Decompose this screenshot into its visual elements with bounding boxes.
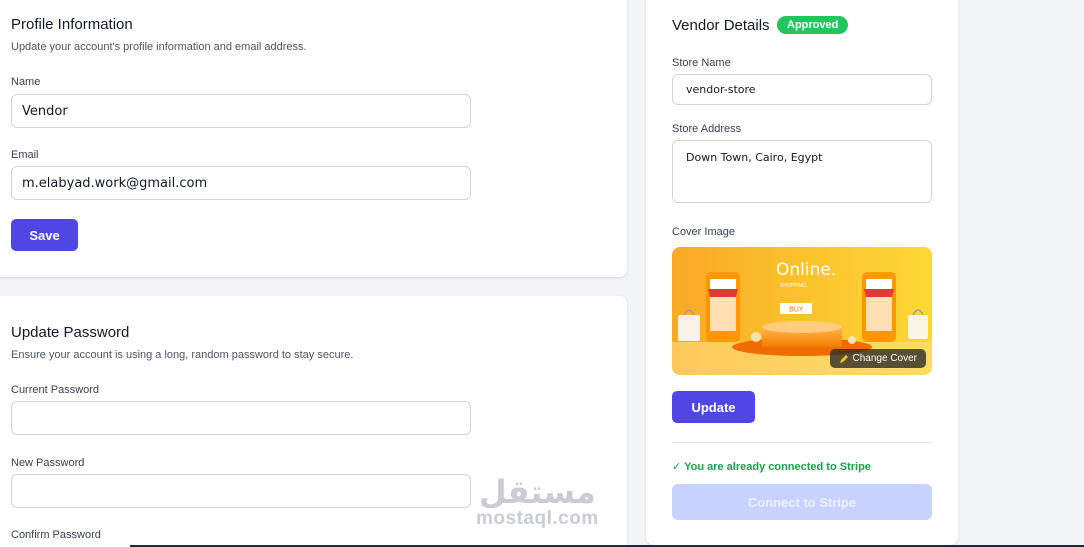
name-input[interactable]: Vendor xyxy=(11,94,471,128)
store-address-textarea[interactable]: Down Town, Cairo, Egypt xyxy=(672,140,932,203)
watermark: مستقل mostaql.com xyxy=(476,476,599,530)
status-badge: Approved xyxy=(777,16,849,34)
watermark-arabic: مستقل xyxy=(478,474,596,510)
store-address-label: Store Address xyxy=(672,123,742,135)
stripe-connected-message: ✓ You are already connected to Stripe xyxy=(672,461,871,473)
store-name-input[interactable]: vendor-store xyxy=(672,74,932,105)
current-password-label: Current Password xyxy=(11,384,100,396)
vendor-title: Vendor Details xyxy=(672,17,770,34)
confirm-password-label: Confirm Password xyxy=(11,529,101,541)
pencil-icon xyxy=(839,354,848,363)
update-button[interactable]: Update xyxy=(672,391,755,423)
connect-stripe-button[interactable]: Connect to Stripe xyxy=(672,484,932,520)
email-label: Email xyxy=(11,149,39,161)
cover-buy-text: BUY xyxy=(789,306,804,314)
change-cover-label: Change Cover xyxy=(852,353,917,364)
new-password-input[interactable] xyxy=(11,474,471,508)
cover-subtitle: SHOPPING xyxy=(780,283,806,289)
profile-title: Profile Information xyxy=(11,16,133,33)
name-label: Name xyxy=(11,76,41,88)
divider xyxy=(672,442,932,443)
email-input[interactable]: m.elabyad.work@gmail.com xyxy=(11,166,471,200)
store-name-label: Store Name xyxy=(672,57,731,69)
cover-image-label: Cover Image xyxy=(672,226,735,238)
password-title: Update Password xyxy=(11,324,130,341)
cover-headline: Online. xyxy=(776,260,836,280)
cover-image: Online. SHOPPING BUY Change Cover xyxy=(672,247,932,375)
save-button[interactable]: Save xyxy=(11,219,78,251)
change-cover-button[interactable]: Change Cover xyxy=(829,349,926,368)
password-description: Ensure your account is using a long, ran… xyxy=(11,349,354,361)
current-password-input[interactable] xyxy=(11,401,471,435)
watermark-latin: mostaql.com xyxy=(476,508,599,529)
profile-description: Update your account's profile informatio… xyxy=(11,41,307,53)
new-password-label: New Password xyxy=(11,457,85,469)
